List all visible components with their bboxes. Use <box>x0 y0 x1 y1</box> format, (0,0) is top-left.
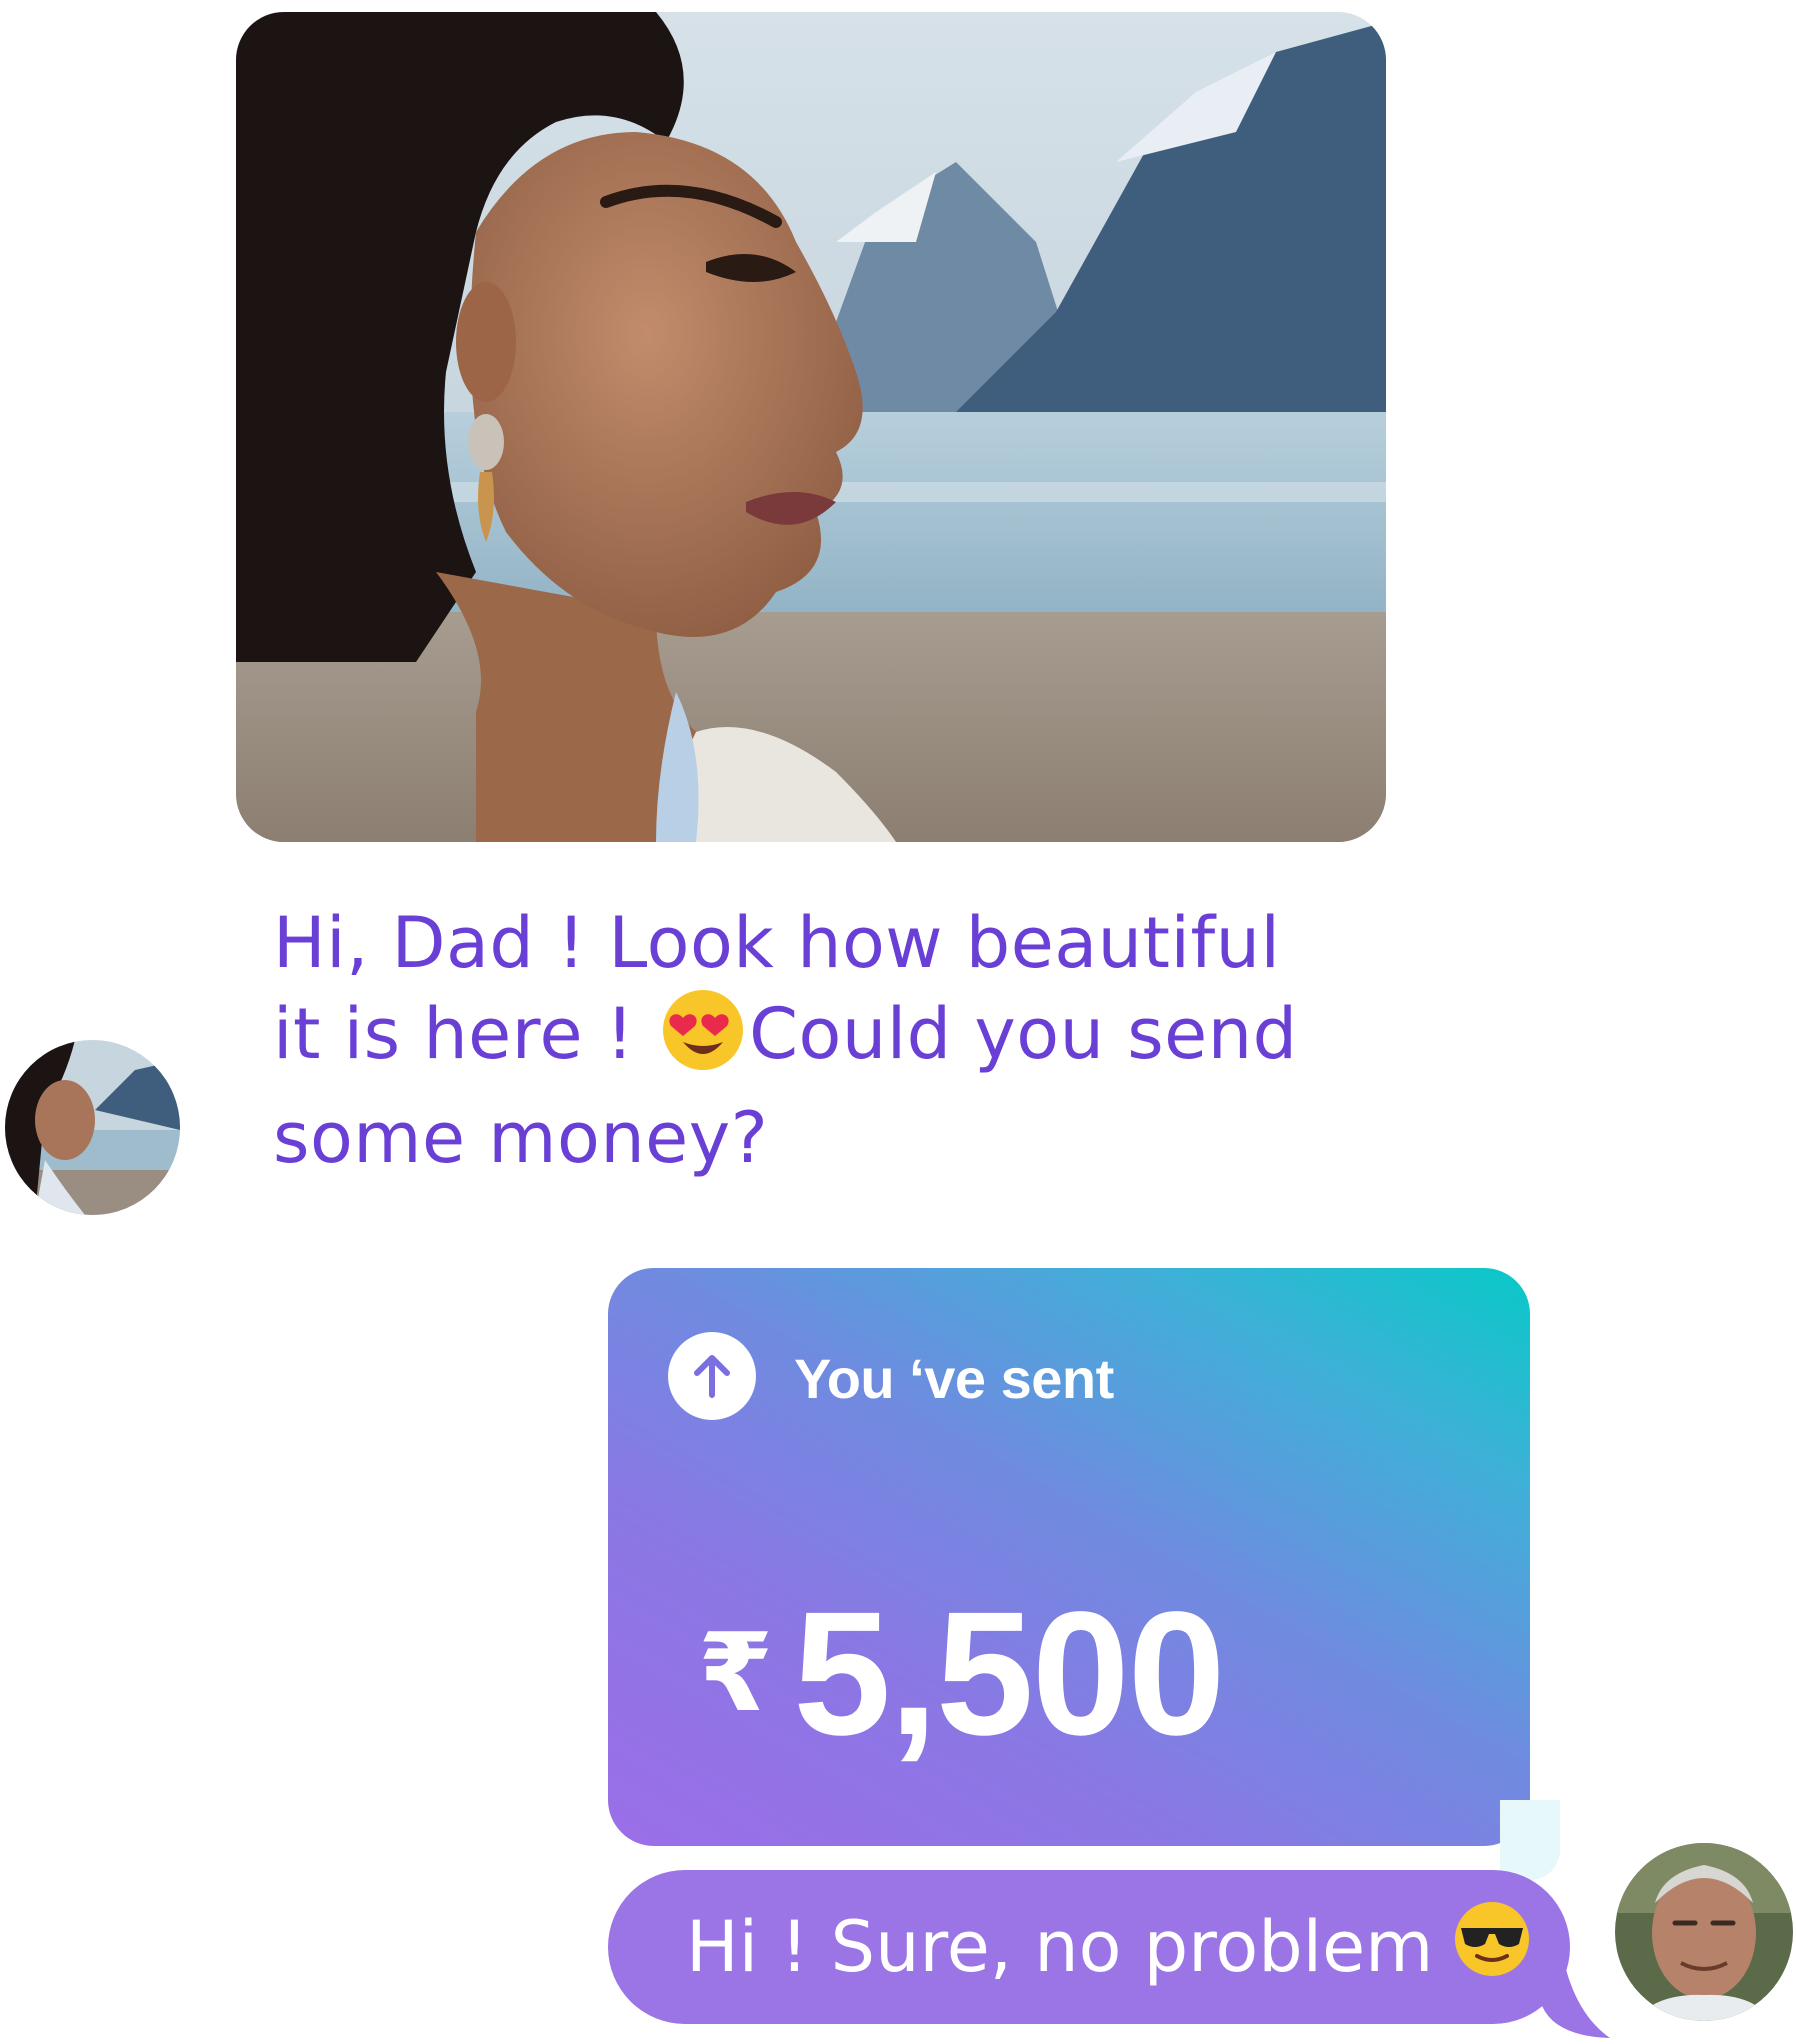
sender-avatar[interactable] <box>5 1040 180 1215</box>
incoming-message-text: Hi, Dad ! Look how beautiful it is here … <box>273 898 1313 1183</box>
arrow-up-icon <box>668 1332 756 1420</box>
reply-text-row: Hi ! Sure, no problem <box>686 1870 1531 2024</box>
bubble-connector <box>1500 1800 1560 1880</box>
payment-card[interactable]: You ‘ve sent ₹ 5,500 <box>608 1268 1530 1846</box>
sunglasses-emoji-icon <box>1453 1900 1531 1995</box>
recipient-avatar[interactable] <box>1615 1843 1793 2021</box>
payment-amount: 5,500 <box>793 1576 1225 1772</box>
payment-status-label: You ‘ve sent <box>794 1347 1114 1410</box>
reply-message: Hi ! Sure, no problem <box>686 1906 1434 1988</box>
shared-photo[interactable] <box>236 12 1386 842</box>
currency-symbol: ₹ <box>698 1611 774 1736</box>
reply-bubble[interactable]: Hi ! Sure, no problem <box>608 1870 1570 2024</box>
heart-eyes-emoji-icon <box>661 988 745 1093</box>
payment-amount-row: ₹ 5,500 <box>698 1576 1226 1772</box>
